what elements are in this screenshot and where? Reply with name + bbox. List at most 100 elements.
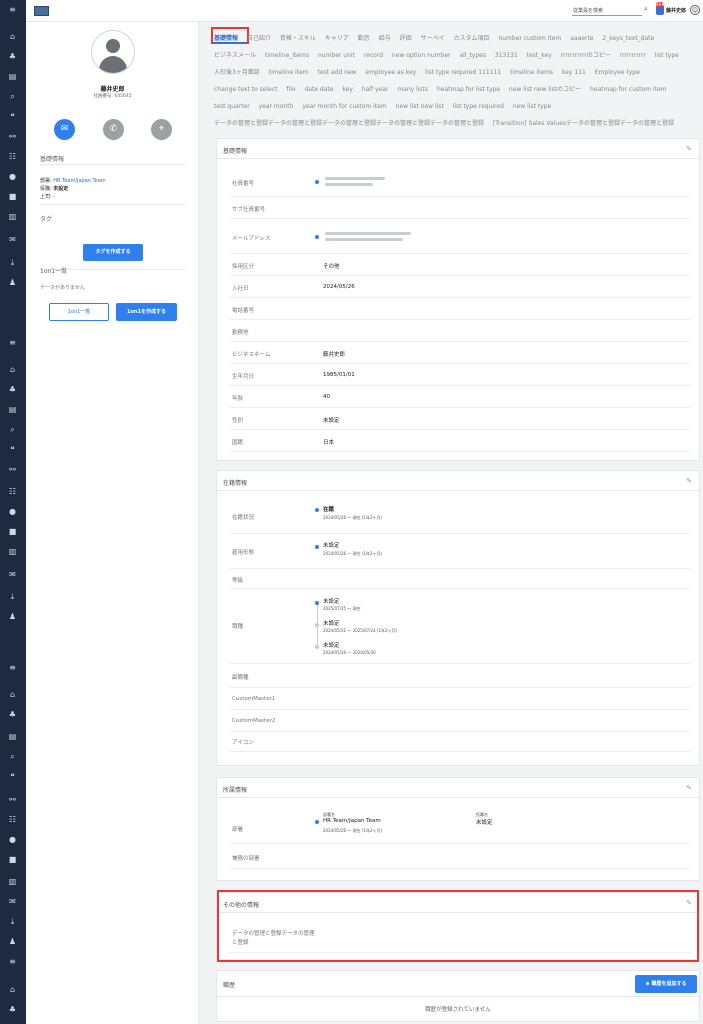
home-icon[interactable]: ⌂	[6, 690, 19, 700]
chat-icon[interactable]: ❝	[6, 112, 19, 122]
info-icon[interactable]: ●	[6, 507, 19, 517]
tab-item[interactable]: number unit	[318, 52, 355, 59]
tab-item[interactable]: 資格・スキル	[280, 35, 316, 42]
current-user-name[interactable]: 藤井史郎	[666, 7, 686, 14]
menu-icon[interactable]: ≡	[6, 5, 19, 15]
mail-icon[interactable]: ✉	[6, 897, 19, 907]
department-link[interactable]: HR Team/Japan Team	[53, 178, 105, 184]
document-icon[interactable]: ▤	[6, 405, 19, 415]
edit-pencil-icon[interactable]: ✎	[686, 477, 692, 485]
info-icon[interactable]: ●	[6, 172, 19, 182]
document-icon[interactable]: ▤	[6, 732, 19, 742]
edit-pencil-icon[interactable]: ✎	[686, 784, 692, 792]
tab-item[interactable]: test add new	[318, 69, 357, 76]
search-icon[interactable]: ⌕	[6, 752, 19, 762]
org-chart-icon[interactable]: ♣	[6, 1005, 19, 1015]
tab-item[interactable]: test_key	[527, 52, 552, 59]
tab-item[interactable]: key 111	[562, 69, 586, 76]
file-icon[interactable]: ■	[6, 192, 19, 202]
phone-contact-button[interactable]: ✆	[103, 119, 124, 140]
tab-item[interactable]: キャリア	[325, 35, 349, 42]
search-icon[interactable]: ⌕	[644, 5, 648, 14]
download-icon[interactable]: ⤓	[6, 592, 19, 602]
tab-item[interactable]: 評価	[400, 35, 412, 42]
tab-item[interactable]: key	[342, 86, 353, 93]
org-chart-icon[interactable]: ♣	[6, 710, 19, 720]
tab-item[interactable]: list type	[655, 52, 679, 59]
org-chart-icon[interactable]: ♣	[6, 385, 19, 395]
tab-item[interactable]: new list type	[513, 103, 551, 110]
user-add-icon[interactable]: ♟	[6, 937, 19, 947]
tab-item[interactable]: 基礎情報	[214, 35, 238, 42]
employee-search-input[interactable]: 従業員を検索	[572, 6, 642, 16]
one-on-one-list-button[interactable]: 1on1一覧	[49, 303, 109, 321]
tab-item[interactable]: 勤怠	[358, 35, 370, 42]
tab-item[interactable]: all_types	[459, 52, 486, 59]
search-icon[interactable]: ⌕	[6, 92, 19, 102]
tab-item[interactable]: record	[364, 52, 383, 59]
tab-item[interactable]: list type required	[453, 103, 504, 110]
tab-item[interactable]: 給与	[379, 35, 391, 42]
tab-item[interactable]: many lists	[397, 86, 428, 93]
create-one-on-one-button[interactable]: 1on1を作成する	[116, 303, 177, 321]
link-icon[interactable]: ⚯	[6, 795, 19, 805]
tab-item[interactable]: rrrrrrrrrrrのコピー	[561, 52, 611, 59]
download-icon[interactable]: ⤓	[6, 917, 19, 927]
chart-icon[interactable]: ☷	[6, 152, 19, 162]
search-icon[interactable]: ⌕	[6, 425, 19, 435]
tab-item[interactable]: 2_keys_text_date	[602, 35, 654, 42]
book-icon[interactable]: ▥	[6, 877, 19, 887]
create-tag-button[interactable]: タグを作成する	[83, 244, 143, 261]
tab-item[interactable]: half year	[362, 86, 389, 93]
menu-icon[interactable]: ≡	[6, 957, 19, 967]
tab-item[interactable]: heatmap for list type	[437, 86, 500, 93]
tab-item[interactable]: year month for custom item	[302, 103, 386, 110]
tab-item[interactable]: [Transition] Sales Valuesデータの管理と登録データの管理…	[493, 120, 674, 127]
tab-item[interactable]: new list new list	[396, 103, 444, 110]
home-icon[interactable]: ⌂	[6, 32, 19, 42]
user-avatar-icon[interactable]: ☺	[690, 5, 700, 15]
tab-item[interactable]: list type required 111111	[425, 69, 501, 76]
tab-item[interactable]: timeline items	[510, 69, 553, 76]
tab-item[interactable]: test quarter	[214, 103, 250, 110]
home-icon[interactable]: ⌂	[6, 985, 19, 995]
tab-item[interactable]: 自己紹介	[247, 35, 271, 42]
tab-item[interactable]: rrrrrrrrrrr	[620, 52, 646, 59]
tab-item[interactable]: ビジネスメール	[214, 52, 256, 59]
download-icon[interactable]: ⤓	[6, 258, 19, 268]
location-contact-button[interactable]: ⌖	[151, 119, 172, 140]
document-icon[interactable]: ▤	[6, 72, 19, 82]
tab-item[interactable]: file	[286, 86, 295, 93]
file-icon[interactable]: ■	[6, 527, 19, 537]
tab-item[interactable]: timeline item	[269, 69, 309, 76]
tab-item[interactable]: aaaerte	[570, 35, 593, 42]
home-icon[interactable]: ⌂	[6, 365, 19, 375]
chat-icon[interactable]: ❝	[6, 772, 19, 782]
tab-item[interactable]: 入社後3ヶ月面談	[214, 69, 260, 76]
chart-icon[interactable]: ☷	[6, 815, 19, 825]
user-add-icon[interactable]: ♟	[6, 612, 19, 622]
mail-icon[interactable]: ✉	[6, 235, 19, 245]
tab-item[interactable]: date date	[304, 86, 333, 93]
add-work-history-button[interactable]: ⊕ 職歴を追加する	[635, 975, 697, 993]
user-add-icon[interactable]: ♟	[6, 278, 19, 288]
tab-item[interactable]: number custom item	[498, 35, 561, 42]
company-logo[interactable]	[34, 6, 49, 16]
chart-icon[interactable]: ☷	[6, 487, 19, 497]
tab-item[interactable]: 313131	[495, 52, 518, 59]
link-icon[interactable]: ⚯	[6, 132, 19, 142]
mail-icon[interactable]: ✉	[6, 570, 19, 580]
tab-item[interactable]: new list new listのコピー	[509, 86, 581, 93]
chat-icon[interactable]: ❝	[6, 445, 19, 455]
menu-icon[interactable]: ≡	[6, 338, 19, 348]
link-icon[interactable]: ⚯	[6, 465, 19, 475]
book-icon[interactable]: ▥	[6, 212, 19, 222]
org-chart-icon[interactable]: ♣	[6, 52, 19, 62]
tab-item[interactable]: change text to select	[214, 86, 278, 93]
tab-item[interactable]: year month	[259, 103, 294, 110]
tab-item[interactable]: データの管理と登録データの管理と登録データの管理と登録データの管理と登録データの…	[214, 120, 484, 127]
book-icon[interactable]: ▥	[6, 547, 19, 557]
department-link[interactable]: HR Team/Japan Team	[323, 818, 381, 824]
email-contact-button[interactable]: ✉	[54, 119, 75, 140]
tab-item[interactable]: サーベイ	[421, 35, 445, 42]
